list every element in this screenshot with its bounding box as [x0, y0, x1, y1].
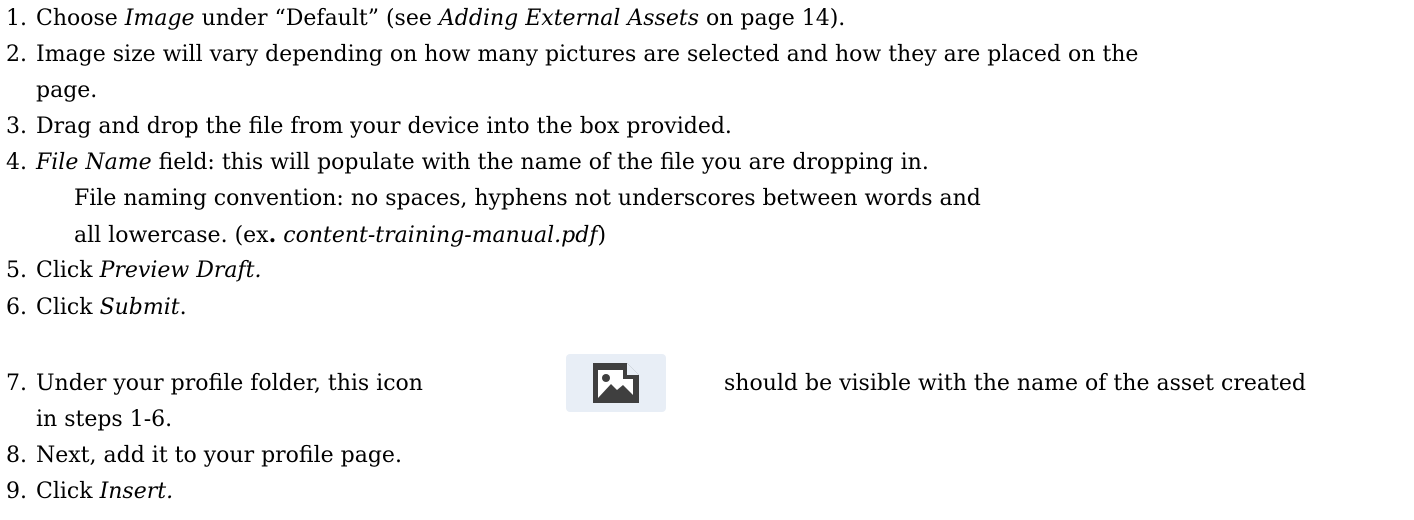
text-run: . — [179, 295, 187, 320]
step-number: 7. — [6, 371, 27, 396]
step-text: Next, add it to your profile page. — [36, 440, 402, 472]
image-file-icon — [593, 363, 639, 403]
text-run: Click — [36, 258, 100, 283]
step-text: Click Submit. — [36, 292, 187, 324]
step-text-after-icon: should be visible with the name of the a… — [724, 371, 1306, 396]
text-run: ) — [597, 223, 607, 248]
image-asset-icon — [566, 354, 666, 412]
step-number: 2. — [6, 42, 27, 67]
instructions-page: 1. Choose Image under “Default” (see Addi… — [0, 0, 1414, 520]
text-run: File Name — [36, 150, 152, 175]
step-number: 5. — [6, 258, 27, 283]
step-number: 9. — [6, 479, 27, 504]
text-run: Click — [36, 479, 100, 504]
text-run: under “Default” (see — [194, 6, 439, 31]
step-number: 8. — [6, 443, 27, 468]
continuation-text: in steps 1-6. — [36, 407, 173, 432]
text-run: on page 14). — [699, 6, 846, 31]
text-run: content-training-manual.pdf — [283, 223, 598, 248]
step-number: 3. — [6, 114, 27, 139]
step-text: Drag and drop the file from your device … — [36, 111, 732, 143]
text-run: Under your profile folder, this icon — [36, 371, 423, 396]
text-run: field: this will populate with the name … — [151, 150, 929, 175]
step-number: 4. — [6, 150, 27, 175]
text-run: Insert. — [99, 479, 174, 504]
step-number: 1. — [6, 6, 27, 31]
text-run: Image size will vary depending on how ma… — [36, 42, 1139, 67]
text-run: Image — [124, 6, 195, 31]
step-text: Click Insert. — [36, 476, 173, 508]
sub-note-text: all lowercase. (ex. content-training-man… — [74, 219, 606, 252]
text-run: Preview Draft. — [99, 258, 262, 283]
text-run: Submit — [99, 295, 180, 320]
text-run: Adding External Assets — [438, 6, 700, 31]
step-text: Choose Image under “Default” (see Adding… — [36, 3, 845, 35]
sub-note-text: File naming convention: no spaces, hyphe… — [74, 186, 981, 211]
step-text: File Name field: this will populate with… — [36, 147, 929, 179]
step-text: Image size will vary depending on how ma… — [36, 39, 1138, 71]
text-run: Choose — [36, 6, 125, 31]
continuation-text: page. — [36, 78, 98, 103]
text-run: Click — [36, 295, 100, 320]
step-number: 6. — [6, 295, 27, 320]
text-run: all lowercase. (ex — [74, 223, 269, 248]
step-text: Click Preview Draft. — [36, 255, 261, 287]
text-run: Drag and drop the file from your device … — [36, 114, 732, 139]
step-text: Under your profile folder, this icon — [36, 368, 423, 400]
text-run: Next, add it to your profile page. — [36, 443, 402, 468]
